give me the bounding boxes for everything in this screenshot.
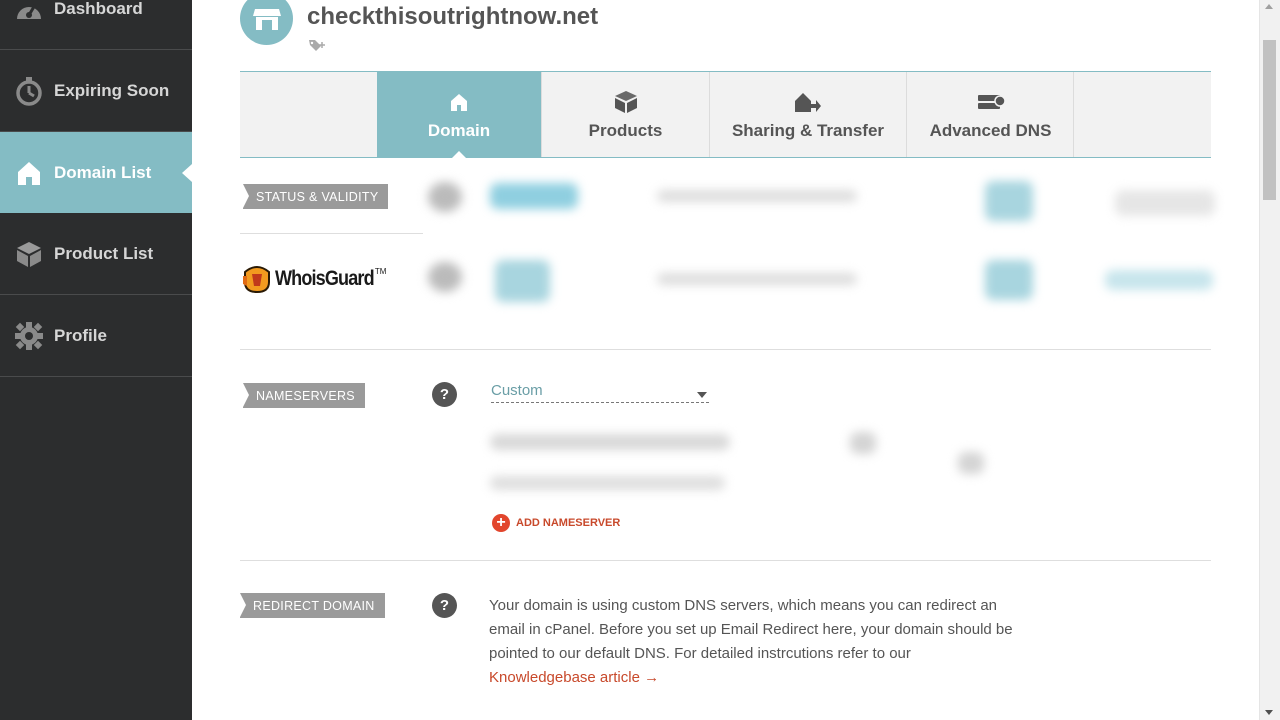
box-icon <box>14 239 44 269</box>
blurred-nameserver-1 <box>490 434 730 450</box>
tab-label: Advanced DNS <box>929 121 1052 140</box>
tab-label: Domain <box>427 121 491 140</box>
store-icon <box>240 0 293 45</box>
sidebar-item-label: Profile <box>54 326 107 345</box>
knowledgebase-link[interactable]: Knowledgebase article → <box>489 669 659 686</box>
blurred-whois-icon <box>428 262 462 292</box>
tab-sharing-transfer[interactable]: Sharing & Transfer <box>709 72 906 157</box>
vertical-scrollbar[interactable] <box>1259 0 1280 720</box>
sidebar-item-label: Domain List <box>54 162 152 182</box>
tab-domain[interactable]: Domain <box>377 72 541 158</box>
home-icon <box>449 89 469 115</box>
tag-add-icon[interactable] <box>308 38 328 59</box>
gear-icon <box>14 321 44 351</box>
domain-tabs: Domain Products Sharing & Transfer Advan… <box>240 71 1211 158</box>
tab-label: Products <box>588 121 663 140</box>
scroll-up-icon[interactable] <box>1265 4 1273 9</box>
sidebar-item-profile[interactable]: Profile <box>0 296 192 377</box>
redirect-text: Your domain is using custom DNS servers,… <box>489 597 1013 662</box>
blurred-status-icon <box>428 182 462 212</box>
nameservers-help-icon[interactable]: ? <box>432 382 457 407</box>
tab-products[interactable]: Products <box>541 72 709 157</box>
dropdown-value: Custom <box>491 382 543 399</box>
status-validity-label: STATUS & VALIDITY <box>243 184 389 209</box>
sidebar-item-label: Product List <box>54 244 154 263</box>
chevron-down-icon <box>697 392 707 398</box>
tab-divider <box>1073 72 1074 157</box>
dashboard-icon <box>14 0 44 24</box>
redirect-help-icon[interactable]: ? <box>432 593 457 618</box>
page-title: checkthisoutrightnow.net <box>307 3 599 30</box>
home-icon <box>14 158 44 188</box>
sidebar: Dashboard Expiring Soon Domain List Prod… <box>0 0 192 720</box>
blurred-validity-dates <box>657 190 857 202</box>
sidebar-item-product-list[interactable]: Product List <box>0 214 192 295</box>
add-nameserver-label: ADD NAMESERVER <box>516 517 621 529</box>
whoisguard-logo: WhoisGuard TM <box>241 264 386 294</box>
scroll-thumb[interactable] <box>1263 40 1276 200</box>
redirect-description: Your domain is using custom DNS servers,… <box>489 594 1034 690</box>
scroll-down-icon[interactable] <box>1265 710 1273 715</box>
whoisguard-brand: WhoisGuard <box>275 267 375 290</box>
sidebar-item-domain-list[interactable]: Domain List <box>0 132 192 213</box>
blurred-whois-link <box>1105 270 1213 290</box>
blurred-whois-renew <box>985 260 1033 300</box>
blurred-auto-renew <box>985 181 1033 221</box>
nameservers-type-dropdown[interactable]: Custom <box>491 382 709 403</box>
divider <box>240 349 1211 350</box>
nameservers-label: NAMESERVERS <box>243 383 365 408</box>
divider <box>240 560 1211 561</box>
redirect-domain-label: REDIRECT DOMAIN <box>240 593 385 618</box>
blurred-nameserver-2 <box>490 476 725 490</box>
tab-advanced-dns[interactable]: Advanced DNS <box>906 72 1074 157</box>
tab-label: Sharing & Transfer <box>731 121 885 140</box>
blurred-whois-dates <box>657 273 857 285</box>
server-icon <box>977 89 1005 115</box>
blurred-action-button <box>1115 190 1215 216</box>
plus-icon: + <box>492 514 510 532</box>
divider <box>240 233 423 234</box>
blurred-whois-toggle <box>495 260 550 302</box>
sidebar-item-expiring-soon[interactable]: Expiring Soon <box>0 51 192 132</box>
transfer-icon <box>794 89 822 115</box>
sidebar-item-label: Expiring Soon <box>54 81 170 100</box>
sidebar-item-dashboard[interactable]: Dashboard <box>0 0 192 50</box>
blurred-status-badge <box>490 183 578 209</box>
blurred-nameserver-save <box>958 452 984 474</box>
whoisguard-tm: TM <box>374 266 387 276</box>
stopwatch-icon <box>14 76 44 106</box>
blurred-nameserver-remove <box>850 432 876 454</box>
add-nameserver-button[interactable]: + ADD NAMESERVER <box>492 514 620 532</box>
box-icon <box>614 89 638 115</box>
whoisguard-helmet-icon <box>243 266 270 294</box>
sidebar-item-label: Dashboard <box>54 0 143 18</box>
